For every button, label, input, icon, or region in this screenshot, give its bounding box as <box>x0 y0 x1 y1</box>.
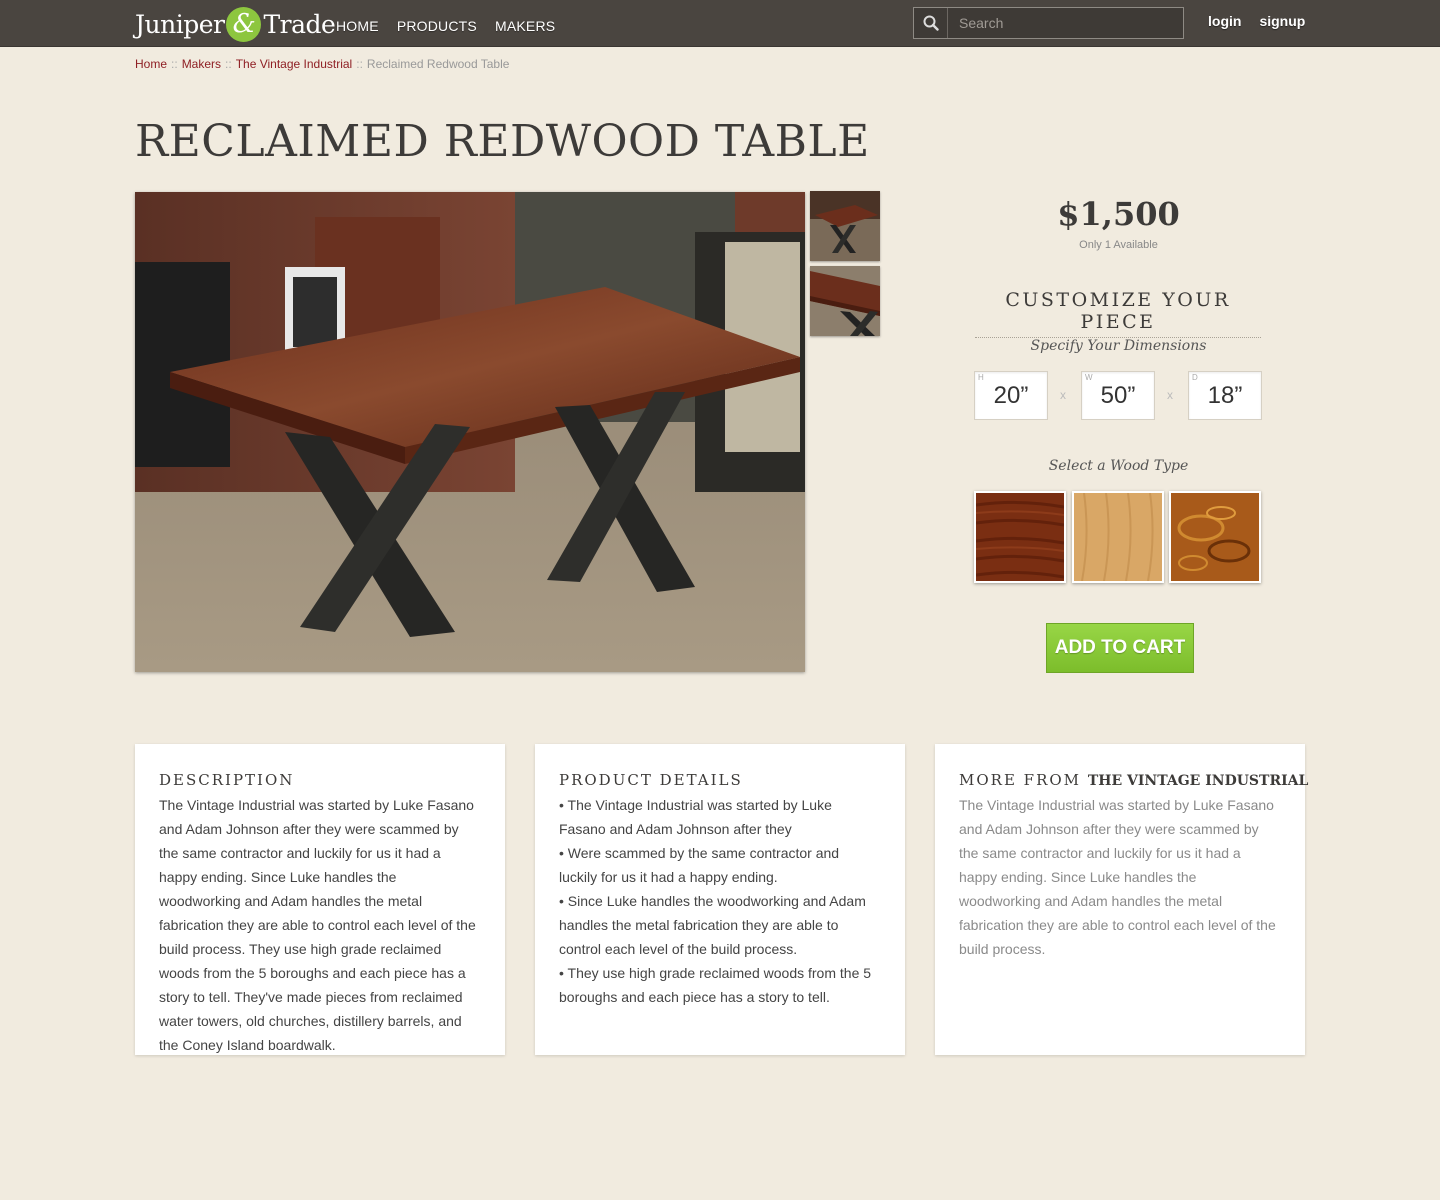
detail-bullet: • Were scammed by the same contractor an… <box>559 845 840 885</box>
detail-bullet: • The Vintage Industrial was started by … <box>559 797 832 837</box>
signup-link[interactable]: signup <box>1259 13 1305 29</box>
height-value: 20” <box>993 382 1029 409</box>
depth-value: 18” <box>1207 382 1243 409</box>
breadcrumb-current: Reclaimed Redwood Table <box>366 57 510 71</box>
search-input[interactable] <box>948 8 1183 38</box>
nav-products[interactable]: PRODUCTS <box>397 18 477 34</box>
product-thumbnail-1[interactable] <box>810 191 880 261</box>
detail-bullet: • Since Luke handles the woodworking and… <box>559 893 866 957</box>
description-card: DESCRIPTION The Vintage Industrial was s… <box>135 744 505 1055</box>
height-label: H <box>978 373 984 382</box>
search-icon[interactable] <box>914 8 948 38</box>
breadcrumb-maker[interactable]: The Vintage Industrial <box>236 57 353 71</box>
nav-home[interactable]: HOME <box>336 18 379 34</box>
dimension-separator: x <box>1167 388 1173 402</box>
availability-text: Only 1 Available <box>1079 239 1158 251</box>
breadcrumb-makers[interactable]: Makers <box>182 57 221 71</box>
search-box <box>913 7 1184 39</box>
nav-makers[interactable]: MAKERS <box>495 18 555 34</box>
breadcrumb-separator: :: <box>225 57 232 71</box>
detail-bullet: • They use high grade reclaimed woods fr… <box>559 965 872 1005</box>
more-from-text: The Vintage Industrial was started by Lu… <box>959 797 1276 957</box>
top-navigation-bar: Juniper & Trade HOME PRODUCTS MAKERS log… <box>0 0 1440 47</box>
height-input[interactable]: H 20” <box>974 371 1048 420</box>
breadcrumb-home[interactable]: Home <box>135 57 167 71</box>
more-from-maker-link[interactable]: THE VINTAGE INDUSTRIAL <box>1088 773 1309 789</box>
auth-links: login signup <box>1208 13 1305 29</box>
wood-swatch-dark[interactable] <box>974 491 1066 583</box>
customize-heading: CUSTOMIZE YOUR PIECE <box>975 289 1261 338</box>
wood-swatch-light[interactable] <box>1072 491 1164 583</box>
breadcrumb-separator: :: <box>171 57 178 71</box>
logo-ampersand: & <box>226 6 262 42</box>
page-title: RECLAIMED REDWOOD TABLE <box>135 116 870 167</box>
wood-swatch-burl[interactable] <box>1169 491 1261 583</box>
width-value: 50” <box>1100 382 1136 409</box>
site-logo[interactable]: Juniper & Trade <box>135 5 336 43</box>
more-from-heading: MORE FROM THE VINTAGE INDUSTRIAL <box>959 771 1308 789</box>
main-nav: HOME PRODUCTS MAKERS <box>336 18 555 34</box>
width-input[interactable]: W 50” <box>1081 371 1155 420</box>
breadcrumb: Home:: Makers:: The Vintage Industrial:: Re… <box>135 57 509 71</box>
description-heading: DESCRIPTION <box>159 771 295 789</box>
product-price: $1,500 <box>1057 195 1180 233</box>
depth-label: D <box>1192 373 1198 382</box>
logo-text-juniper: Juniper <box>135 9 225 39</box>
more-from-card: MORE FROM THE VINTAGE INDUSTRIAL The Vin… <box>935 744 1308 1055</box>
product-main-image[interactable] <box>135 192 805 672</box>
dimensions-label: Specify Your Dimensions <box>1030 338 1207 354</box>
add-to-cart-button[interactable]: ADD TO CART <box>1046 623 1194 673</box>
width-label: W <box>1085 373 1093 382</box>
product-thumbnail-2[interactable] <box>810 266 880 336</box>
login-link[interactable]: login <box>1208 13 1241 29</box>
product-details-card: PRODUCT DETAILS • The Vintage Industrial… <box>535 744 905 1055</box>
description-text: The Vintage Industrial was started by Lu… <box>159 797 476 1053</box>
product-details-heading: PRODUCT DETAILS <box>559 771 743 789</box>
more-from-prefix: MORE FROM <box>959 771 1082 789</box>
wood-type-label: Select a Wood Type <box>1048 458 1189 474</box>
logo-text-trade: Trade <box>263 9 336 39</box>
dimension-separator: x <box>1060 388 1066 402</box>
breadcrumb-separator: :: <box>356 57 363 71</box>
depth-input[interactable]: D 18” <box>1188 371 1262 420</box>
